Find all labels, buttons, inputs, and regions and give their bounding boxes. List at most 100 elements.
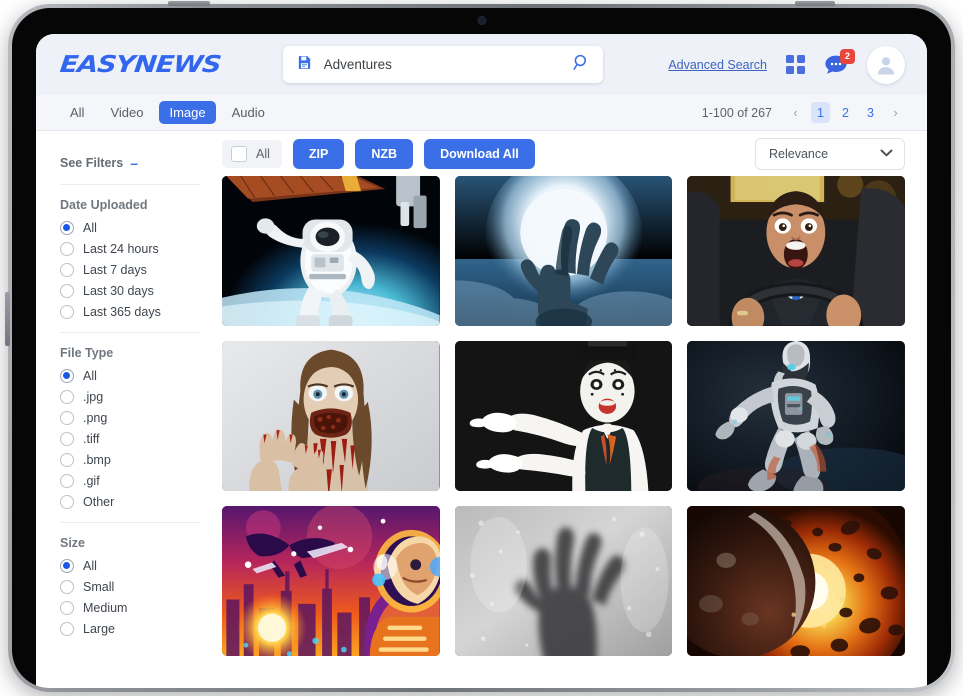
filter-option-label: Small <box>83 580 115 594</box>
sidebar-divider <box>60 332 200 333</box>
radio-icon[interactable] <box>60 495 74 509</box>
radio-icon[interactable] <box>60 242 74 256</box>
tab-video[interactable]: Video <box>100 101 153 124</box>
filter-option-label: .gif <box>83 474 100 488</box>
radio-icon[interactable] <box>60 390 74 404</box>
select-all-checkbox[interactable] <box>231 145 247 162</box>
filter-option-label: Last 30 days <box>83 284 154 298</box>
filter-option-filetype-tiff[interactable]: .tiff <box>60 432 222 446</box>
easynews-logo[interactable]: EASYNEWS <box>59 51 222 78</box>
result-thumbnail-retro-scifi-astronaut[interactable] <box>222 506 440 656</box>
page-button-3[interactable]: 3 <box>861 102 880 123</box>
filter-group-title: File Type <box>60 346 114 360</box>
sort-dropdown[interactable]: Relevance <box>755 137 905 170</box>
filter-option-size-all[interactable]: All <box>60 559 222 573</box>
sidebar-divider <box>60 522 200 523</box>
tab-image[interactable]: Image <box>159 101 216 124</box>
filter-option-label: All <box>83 559 97 573</box>
front-camera-icon <box>478 17 485 24</box>
search-bar[interactable] <box>282 46 603 83</box>
next-page-button[interactable]: › <box>886 102 905 123</box>
result-thumbnail-screaming-driver[interactable] <box>687 176 905 326</box>
result-thumbnail-astronaut-spacewalk[interactable] <box>222 176 440 326</box>
filter-option-label: Last 365 days <box>83 305 161 319</box>
content-type-tabs-bar: All Video Image Audio 1-100 of 267 ‹ 1 2… <box>36 95 927 131</box>
select-all-label: All <box>256 146 270 161</box>
app-header: EASYNEWS Adventures Advanced Search 2 <box>36 34 927 95</box>
tab-audio[interactable]: Audio <box>222 101 275 124</box>
filter-option-filetype-jpg[interactable]: .jpg <box>60 390 222 404</box>
grid-view-icon[interactable] <box>786 55 805 74</box>
filter-option-date-30d[interactable]: Last 30 days <box>60 284 222 298</box>
download-all-button[interactable]: Download All <box>424 138 535 169</box>
radio-icon[interactable] <box>60 221 74 235</box>
pagination: 1-100 of 267 ‹ 1 2 3 › <box>702 102 905 123</box>
filter-group-title: Date Uploaded <box>60 198 148 212</box>
nzb-button[interactable]: NZB <box>355 138 414 169</box>
select-all-control[interactable]: All <box>222 139 282 168</box>
filter-group-size: Size All Small Medium Large <box>60 536 222 636</box>
radio-icon[interactable] <box>60 369 74 383</box>
sidebar-divider <box>60 184 200 185</box>
filter-option-date-7d[interactable]: Last 7 days <box>60 263 222 277</box>
collapse-minus-icon: – <box>130 155 139 171</box>
filter-option-label: Last 7 days <box>83 263 147 277</box>
filter-option-filetype-bmp[interactable]: .bmp <box>60 453 222 467</box>
result-thumbnail-zombie-hand-moon[interactable] <box>454 176 673 326</box>
prev-page-button[interactable]: ‹ <box>786 102 805 123</box>
filter-option-size-medium[interactable]: Medium <box>60 601 222 615</box>
result-thumbnail-planet-explosion[interactable] <box>687 506 905 656</box>
device-bezel: EASYNEWS Adventures Advanced Search 2 Al… <box>12 8 951 688</box>
result-thumbnail-kneeling-robot[interactable] <box>687 341 905 491</box>
page-button-1[interactable]: 1 <box>811 102 830 123</box>
advanced-search-link[interactable]: Advanced Search <box>668 58 767 72</box>
tablet-device-frame: EASYNEWS Adventures Advanced Search 2 Al… <box>5 1 955 692</box>
page-button-2[interactable]: 2 <box>836 102 855 123</box>
radio-icon[interactable] <box>60 284 74 298</box>
filter-option-date-24h[interactable]: Last 24 hours <box>60 242 222 256</box>
filter-option-label: Large <box>83 622 115 636</box>
filter-option-label: All <box>83 221 97 235</box>
radio-icon[interactable] <box>60 263 74 277</box>
radio-icon[interactable] <box>60 559 74 573</box>
filters-sidebar: See Filters – Date Uploaded All Last 24 … <box>36 131 222 688</box>
sort-value: Relevance <box>769 146 829 161</box>
radio-icon[interactable] <box>60 453 74 467</box>
filter-option-label: Other <box>83 495 115 509</box>
filter-option-size-small[interactable]: Small <box>60 580 222 594</box>
radio-icon[interactable] <box>60 601 74 615</box>
radio-icon[interactable] <box>60 474 74 488</box>
radio-icon[interactable] <box>60 432 74 446</box>
results-panel: All ZIP NZB Download All Relevance <box>222 131 927 688</box>
filter-option-date-365d[interactable]: Last 365 days <box>60 305 222 319</box>
filter-option-filetype-png[interactable]: .png <box>60 411 222 425</box>
filter-option-label: All <box>83 369 97 383</box>
chat-bubble-icon[interactable]: 2 <box>824 48 855 76</box>
filter-option-filetype-all[interactable]: All <box>60 369 222 383</box>
content-type-tabs: All Video Image Audio <box>60 101 275 124</box>
result-thumbnail-hand-frosted-glass[interactable] <box>454 506 673 656</box>
result-thumbnail-mime-performer[interactable] <box>454 341 673 491</box>
radio-icon[interactable] <box>60 580 74 594</box>
filter-option-filetype-gif[interactable]: .gif <box>60 474 222 488</box>
filter-option-date-all[interactable]: All <box>60 221 222 235</box>
zip-button[interactable]: ZIP <box>292 138 345 169</box>
result-thumbnail-zombie-woman[interactable] <box>222 341 440 491</box>
filter-group-date-uploaded: Date Uploaded All Last 24 hours Last 7 d… <box>60 198 222 319</box>
search-input[interactable] <box>323 57 561 72</box>
radio-icon[interactable] <box>60 305 74 319</box>
device-top-right-button <box>795 1 835 6</box>
filter-option-label: .bmp <box>83 453 111 467</box>
filter-option-size-large[interactable]: Large <box>60 622 222 636</box>
easynews-app: EASYNEWS Adventures Advanced Search 2 Al… <box>36 34 927 688</box>
search-icon[interactable] <box>572 53 591 77</box>
filter-option-label: Last 24 hours <box>83 242 159 256</box>
radio-icon[interactable] <box>60 411 74 425</box>
radio-icon[interactable] <box>60 622 74 636</box>
tab-all[interactable]: All <box>60 101 94 124</box>
user-avatar-icon[interactable] <box>867 45 905 84</box>
chevron-down-icon <box>880 148 893 160</box>
see-filters-toggle[interactable]: See Filters – <box>60 155 222 171</box>
filter-option-filetype-other[interactable]: Other <box>60 495 222 509</box>
device-top-left-button <box>168 1 210 6</box>
